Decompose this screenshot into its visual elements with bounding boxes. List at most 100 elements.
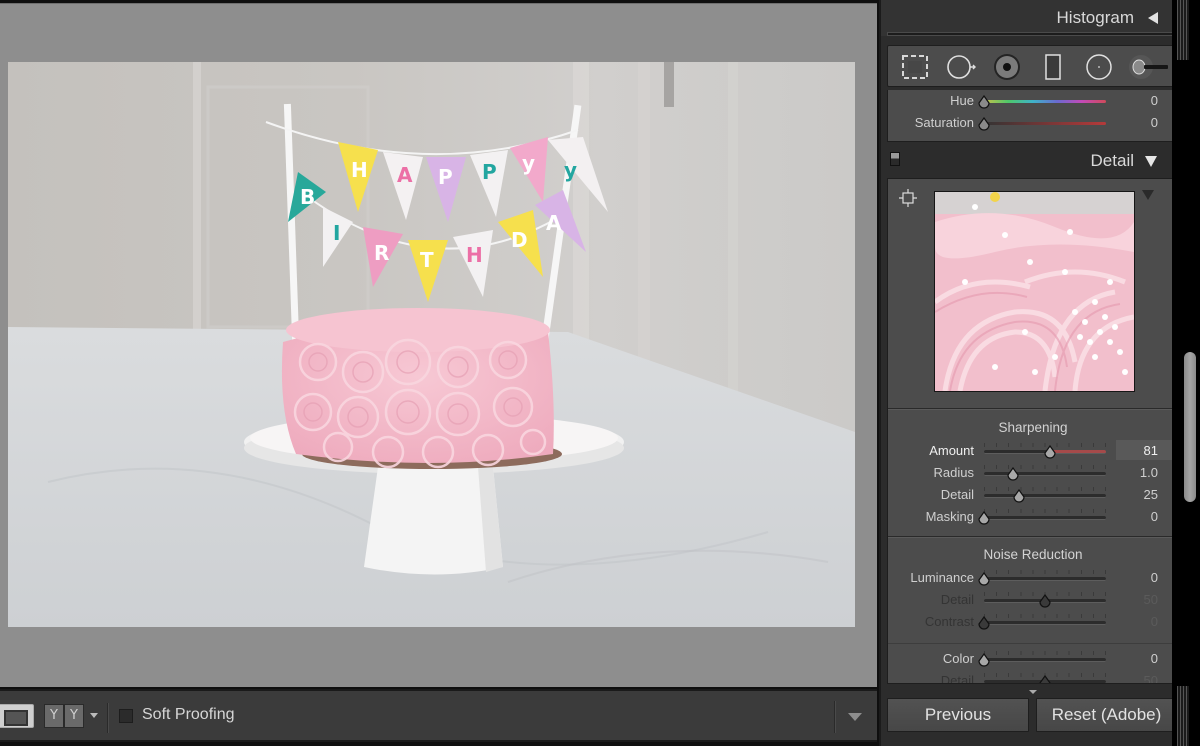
detail-slider-track[interactable] [984, 494, 1106, 498]
loupe-view-button[interactable] [0, 704, 34, 728]
detail-label: Detail [940, 592, 974, 607]
detail-slider-thumb[interactable] [1038, 674, 1052, 683]
masking-value[interactable]: 0 [1151, 509, 1158, 524]
graduated-filter-tool[interactable] [1038, 53, 1068, 81]
tool-strip [887, 45, 1177, 87]
letter-H: H [351, 158, 368, 182]
detail-slider-thumb[interactable] [1038, 593, 1052, 608]
contrast-value[interactable]: 0 [1151, 614, 1158, 629]
detail-panel-header[interactable]: Detail [881, 144, 1172, 176]
color-slider-thumb[interactable] [977, 652, 991, 667]
panel-grip-top[interactable] [1177, 0, 1189, 60]
svg-text:H: H [466, 243, 483, 267]
amount-value[interactable]: 81 [1144, 443, 1158, 458]
before-after-button[interactable]: Y Y [44, 704, 84, 728]
slider-ticks [984, 570, 1106, 574]
radius-slider-track[interactable] [984, 472, 1106, 476]
luminance-slider-thumb[interactable] [977, 571, 991, 586]
expand-down-arrow-icon[interactable] [1145, 156, 1157, 167]
viewer-toolbar: Y Y Soft Proofing [0, 689, 877, 742]
spot-removal-tool[interactable] [946, 53, 976, 81]
develop-right-panel: Histogram Hue 0 Saturation 0 Detail Shar… [879, 0, 1177, 746]
radius-slider-row: Radius 1.0 [888, 462, 1176, 484]
preview-toggle-icon[interactable] [1142, 190, 1154, 200]
red-eye-tool[interactable] [992, 53, 1022, 81]
slider-ticks [984, 509, 1106, 513]
crop-overlay-tool[interactable] [900, 53, 930, 81]
svg-text:I: I [333, 221, 340, 245]
panel-grip-bottom[interactable] [1177, 686, 1189, 746]
hue-slider-thumb[interactable] [977, 94, 991, 109]
before-after-dropdown-icon[interactable] [90, 713, 98, 718]
adjustment-brush-tool[interactable] [1128, 53, 1172, 81]
svg-text:A: A [397, 163, 413, 187]
scrollbar-thumb[interactable] [1184, 352, 1196, 502]
detail-value[interactable]: 50 [1144, 592, 1158, 607]
toolbar-divider [834, 701, 835, 733]
contrast-label: Contrast [924, 614, 974, 629]
detail-slider-thumb[interactable] [1012, 488, 1026, 503]
histogram-divider [887, 32, 1176, 36]
detail-slider-row: Detail 50 [888, 670, 1176, 683]
noise-reduction-title: Noise Reduction [983, 547, 1083, 562]
toolbar-divider [107, 703, 108, 733]
luminance-value[interactable]: 0 [1151, 570, 1158, 585]
contrast-slider-track[interactable] [984, 621, 1106, 625]
masking-slider-track[interactable] [984, 516, 1106, 520]
section-divider [888, 408, 1176, 409]
luminance-slider-track[interactable] [984, 577, 1106, 581]
svg-text:R: R [374, 241, 389, 265]
radial-filter-tool[interactable] [1084, 53, 1114, 81]
detail-value[interactable]: 25 [1144, 487, 1158, 502]
before-after-right-label: Y [64, 704, 84, 728]
radius-value[interactable]: 1.0 [1140, 465, 1158, 480]
saturation-slider-thumb[interactable] [977, 116, 991, 131]
saturation-label: Saturation [914, 115, 974, 130]
soft-proofing-label[interactable]: Soft Proofing [142, 706, 235, 724]
histogram-panel-header[interactable]: Histogram [881, 0, 1172, 36]
graduated-filter-icon [1045, 54, 1061, 80]
detail-value[interactable]: 50 [1144, 673, 1158, 683]
luminance-slider-row: Luminance 0 [888, 567, 1176, 589]
target-adjustment-icon[interactable] [899, 189, 917, 207]
hue-slider-track[interactable] [984, 100, 1106, 103]
crop-icon [902, 55, 928, 79]
slider-ticks [984, 465, 1106, 469]
hsl-panel-partial: Hue 0 Saturation 0 [887, 90, 1177, 142]
image-viewer[interactable]: H A P P y y B I R T H D A [0, 3, 877, 687]
color-slider-row: Color 0 [888, 648, 1176, 670]
photo-canvas[interactable]: H A P P y y B I R T H D A [8, 62, 855, 627]
radius-slider-thumb[interactable] [1006, 466, 1020, 481]
lightroom-develop-window: H A P P y y B I R T H D A Y Y Soft Proof… [0, 0, 1200, 746]
color-slider-track[interactable] [984, 658, 1106, 662]
cake-photo: H A P P y y B I R T H D A [8, 62, 855, 627]
amount-value-field[interactable]: 81 [1116, 440, 1172, 460]
histogram-title: Histogram [1056, 8, 1134, 27]
detail-panel-body: Sharpening Amount 81 Radius 1.0 Detail 25 Mask… [887, 178, 1177, 684]
reset-button[interactable]: Reset (Adobe) [1036, 698, 1177, 732]
contrast-slider-thumb[interactable] [977, 615, 991, 630]
sharpening-title: Sharpening [998, 420, 1068, 435]
masking-label: Masking [925, 509, 974, 524]
hue-value[interactable]: 0 [1151, 93, 1158, 108]
luminance-label: Luminance [910, 570, 974, 585]
masking-slider-thumb[interactable] [977, 510, 991, 525]
toolbar-options-chevron-down-icon[interactable] [848, 713, 862, 721]
frosting-zoom-preview [935, 192, 1134, 391]
amount-label: Amount [929, 443, 974, 458]
saturation-slider-track[interactable] [984, 122, 1106, 125]
saturation-slider-row: Saturation 0 [888, 112, 1178, 134]
panel-scrollbar[interactable] [1172, 0, 1200, 746]
amount-slider-thumb[interactable] [1043, 444, 1057, 459]
collapse-left-arrow-icon[interactable] [1148, 12, 1158, 24]
panel-toggle-switch[interactable] [890, 152, 900, 166]
color-value[interactable]: 0 [1151, 651, 1158, 666]
section-divider [888, 536, 1176, 537]
soft-proofing-checkbox[interactable] [119, 709, 133, 723]
radius-label: Radius [933, 465, 974, 480]
hue-slider-row: Hue 0 [888, 90, 1178, 112]
previous-button[interactable]: Previous [887, 698, 1029, 732]
detail-preview[interactable] [934, 191, 1135, 392]
saturation-value[interactable]: 0 [1151, 115, 1158, 130]
svg-text:T: T [420, 248, 434, 272]
